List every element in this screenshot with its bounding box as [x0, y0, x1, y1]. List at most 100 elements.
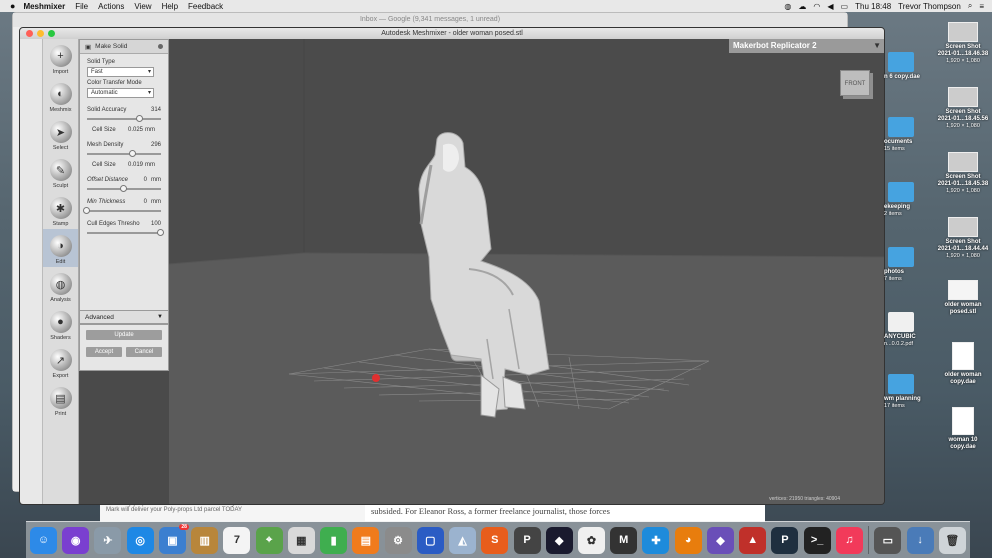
- tool-print[interactable]: ▤ Print: [43, 381, 78, 419]
- mesh-density-value[interactable]: 296: [151, 142, 161, 148]
- calendar-icon[interactable]: 7: [223, 526, 251, 554]
- trash-icon[interactable]: 🗑: [938, 526, 966, 554]
- tool-select[interactable]: ➤ Select: [43, 115, 78, 153]
- remote-desktop-icon[interactable]: ▢: [416, 526, 444, 554]
- view-cube[interactable]: FRONT: [840, 70, 870, 96]
- cull-edges-slider[interactable]: [87, 229, 164, 236]
- tool-sculpt[interactable]: ✎ Sculpt: [43, 153, 78, 191]
- desktop-folder-icon[interactable]: photos 7 items: [884, 247, 932, 283]
- chevron-down-icon[interactable]: ▼: [873, 41, 881, 50]
- slider-knob[interactable]: [120, 185, 127, 192]
- tool-import[interactable]: + Import: [43, 39, 78, 77]
- safari-icon[interactable]: ◎: [126, 526, 154, 554]
- menu-view[interactable]: View: [134, 2, 151, 11]
- menu-file[interactable]: File: [75, 2, 88, 11]
- cell-size-value[interactable]: 0.025: [128, 127, 143, 133]
- desktop-folder-icon[interactable]: ocuments 15 items: [884, 117, 932, 153]
- battery-icon[interactable]: ▭: [841, 2, 849, 11]
- sketchup-icon[interactable]: ▲: [739, 526, 767, 554]
- tool-export[interactable]: ↗ Export: [43, 343, 78, 381]
- slider-knob[interactable]: [157, 229, 164, 236]
- status-icon[interactable]: ◍: [784, 2, 791, 11]
- desktop-file-icon[interactable]: Screen Shot 2021-01...18.46.38 1,920 × 1,0…: [936, 22, 990, 65]
- desktop-folder-icon[interactable]: n 6 copy.dae: [884, 52, 932, 81]
- system-preferences-icon[interactable]: ⚙: [384, 526, 412, 554]
- close-window-button[interactable]: [26, 30, 33, 37]
- min-thickness-slider[interactable]: [83, 207, 161, 214]
- plus-app-icon[interactable]: ✚: [642, 526, 670, 554]
- update-button[interactable]: Update: [86, 330, 162, 340]
- cancel-button[interactable]: Cancel: [126, 347, 162, 357]
- desktop-file-icon[interactable]: older woman copy.dae: [936, 342, 990, 386]
- preview-icon[interactable]: ◭: [449, 526, 477, 554]
- books-icon[interactable]: ▤: [352, 526, 380, 554]
- tool-stamp[interactable]: ✱ Stamp: [43, 191, 78, 229]
- control-center-icon[interactable]: ≡: [979, 2, 984, 11]
- cura-icon[interactable]: ◆: [545, 526, 573, 554]
- siri-icon[interactable]: ◉: [62, 526, 90, 554]
- slider-knob[interactable]: [83, 207, 90, 214]
- solid-accuracy-value[interactable]: 314: [151, 107, 161, 113]
- minimize-window-button[interactable]: [37, 30, 44, 37]
- menu-feedback[interactable]: Feedback: [188, 2, 223, 11]
- user-name[interactable]: Trevor Thompson: [898, 2, 961, 11]
- desktop-file-icon[interactable]: Screen Shot 2021-01...18.44.44 1,920 × 1,0…: [936, 217, 990, 260]
- studio-icon[interactable]: S: [481, 526, 509, 554]
- cell-size-value[interactable]: 0.019: [128, 162, 143, 168]
- menu-help[interactable]: Help: [162, 2, 178, 11]
- menu-actions[interactable]: Actions: [98, 2, 124, 11]
- meshmixer-icon[interactable]: M: [610, 526, 638, 554]
- scene-svg[interactable]: [169, 39, 884, 504]
- music-icon[interactable]: ♫: [835, 526, 863, 554]
- advanced-section-toggle[interactable]: Advanced ▼: [79, 310, 169, 324]
- app-menu[interactable]: Meshmixer: [23, 2, 65, 11]
- numbers-icon[interactable]: ▮: [320, 526, 348, 554]
- min-thickness-value[interactable]: 0: [144, 199, 147, 205]
- desktop-file-icon[interactable]: woman 10 copy.dae: [936, 407, 990, 451]
- clock[interactable]: Thu 18:48: [855, 2, 891, 11]
- tool-meshmix[interactable]: ◐ Meshmix: [43, 77, 78, 115]
- photon-icon[interactable]: P: [771, 526, 799, 554]
- offset-distance-value[interactable]: 0: [144, 177, 147, 183]
- launchpad-icon[interactable]: ✈: [94, 526, 122, 554]
- wifi-icon[interactable]: ◠: [813, 2, 820, 11]
- desktop-file-icon[interactable]: older woman posed.stl: [936, 280, 990, 316]
- desktop-folder-icon[interactable]: ANYCUBIC n...0.0.2.pdf: [884, 312, 932, 348]
- slider-knob[interactable]: [128, 150, 136, 157]
- zoom-window-button[interactable]: [48, 30, 55, 37]
- desktop-file-icon[interactable]: Screen Shot 2021-01...18.45.56 1,920 × 1,0…: [936, 87, 990, 130]
- search-icon[interactable]: ⌕: [968, 1, 972, 11]
- color-mode-select[interactable]: Automatic: [87, 88, 154, 98]
- maps-icon[interactable]: ⌖: [255, 526, 283, 554]
- photos-icon[interactable]: ✿: [577, 526, 605, 554]
- keynote-icon[interactable]: ▦: [287, 526, 315, 554]
- offset-distance-slider[interactable]: [87, 185, 161, 192]
- solid-accuracy-slider[interactable]: [87, 115, 161, 122]
- desktop-folder-icon[interactable]: wm planning 17 items: [884, 374, 932, 410]
- gem-icon[interactable]: ◆: [706, 526, 734, 554]
- monitor-icon[interactable]: ▭: [874, 526, 902, 554]
- tool-shaders[interactable]: ● Shaders: [43, 305, 78, 343]
- terminal-icon[interactable]: >_: [803, 526, 831, 554]
- desktop-folder-icon[interactable]: ekeeping 2 items: [884, 182, 932, 218]
- tool-edit[interactable]: ◑ Edit: [43, 229, 78, 267]
- volume-icon[interactable]: ◀: [827, 2, 833, 11]
- tool-analysis[interactable]: ◍ Analysis: [43, 267, 78, 305]
- apple-menu-icon[interactable]: ●: [10, 1, 15, 11]
- pro-icon[interactable]: P: [513, 526, 541, 554]
- accept-button[interactable]: Accept: [86, 347, 122, 357]
- notebook-icon[interactable]: ▥: [191, 526, 219, 554]
- pivot-marker[interactable]: [372, 374, 380, 382]
- cloud-icon[interactable]: ☁: [798, 2, 806, 11]
- 3d-viewport[interactable]: [169, 39, 884, 504]
- cull-edges-value[interactable]: 100: [151, 221, 161, 227]
- desktop-file-icon[interactable]: Screen Shot 2021-01...18.45.38 1,920 × 1,0…: [936, 152, 990, 195]
- blender-icon[interactable]: ◕: [674, 526, 702, 554]
- close-panel-icon[interactable]: [158, 44, 163, 49]
- solid-type-select[interactable]: Fast: [87, 67, 154, 77]
- downloads-icon[interactable]: ↓: [906, 526, 934, 554]
- mesh-density-slider[interactable]: [87, 150, 161, 157]
- slider-knob[interactable]: [136, 115, 144, 122]
- photos-browser-icon[interactable]: ▣ 28: [158, 523, 189, 554]
- finder-icon[interactable]: ☺: [30, 526, 57, 554]
